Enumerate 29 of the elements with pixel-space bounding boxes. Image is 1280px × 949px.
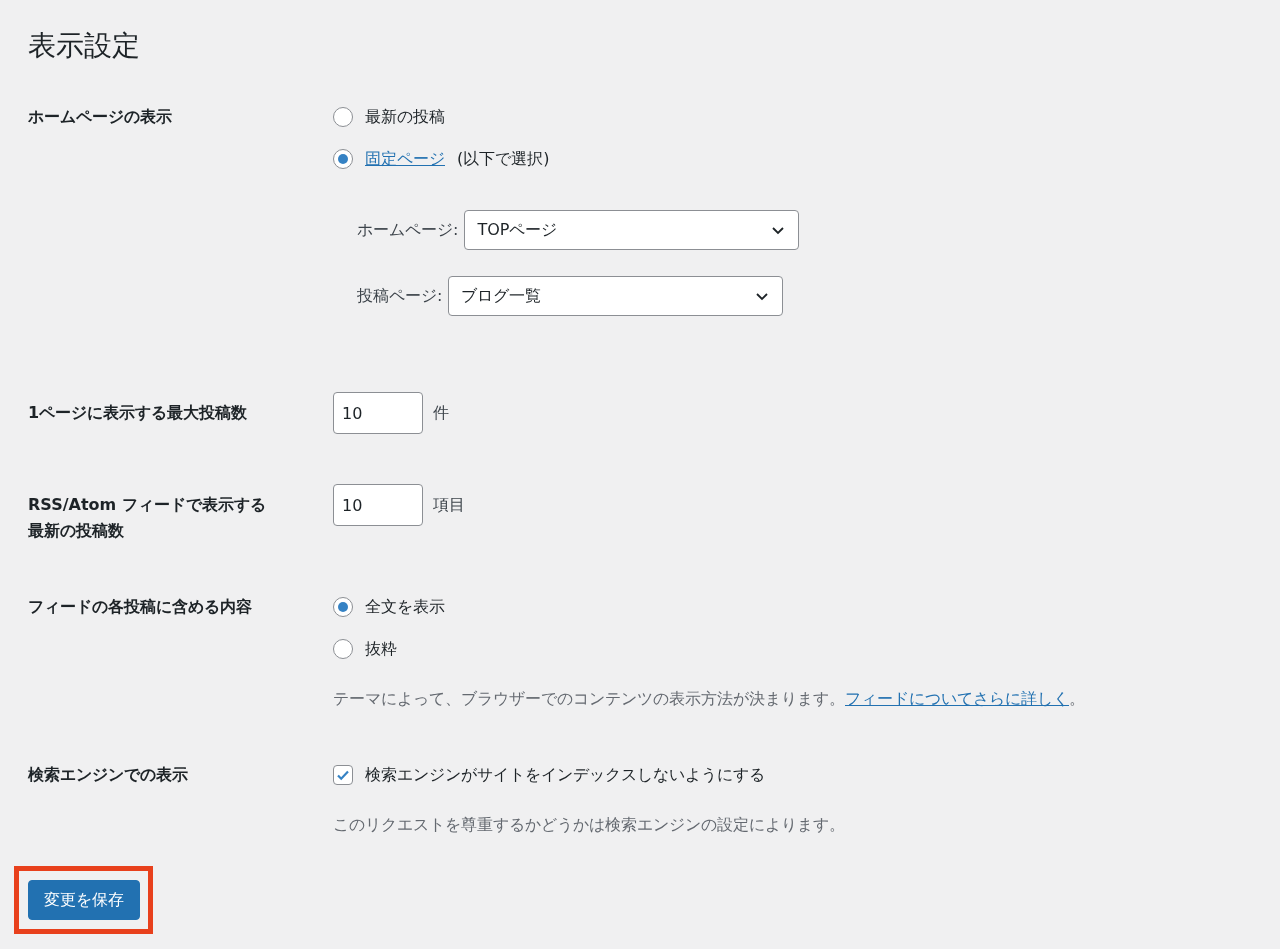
number-field[interactable]: 10 xyxy=(333,484,423,526)
option-label: 抜粋 xyxy=(365,638,397,660)
select-label: 投稿ページ: xyxy=(357,285,443,307)
radio-button[interactable] xyxy=(333,107,353,127)
option-label: (以下で選択) xyxy=(457,148,550,170)
setting-label: RSS/Atom フィードで表示する 最新の投稿数 xyxy=(28,494,267,542)
setting-label: フィードの各投稿に含める内容 xyxy=(28,596,253,618)
unit-label: 項目 xyxy=(433,494,465,516)
description-text: このリクエストを尊重するかどうかは検索エンジンの設定によります。 xyxy=(333,814,845,836)
page-dropdown[interactable]: ブログ一覧 xyxy=(448,276,784,316)
radio-button[interactable] xyxy=(333,597,353,617)
help-link[interactable]: フィードについてさらに詳しく xyxy=(845,689,1069,708)
checkbox[interactable] xyxy=(333,765,353,785)
page-title: 表示設定 xyxy=(28,28,141,64)
radio-button[interactable] xyxy=(333,149,353,169)
setting-label: 検索エンジンでの表示 xyxy=(28,764,189,786)
select-label: ホームページ: xyxy=(357,219,459,241)
unit-label: 件 xyxy=(433,402,449,424)
save-button[interactable]: 変更を保存 xyxy=(28,880,140,920)
option-label: 検索エンジンがサイトをインデックスしないようにする xyxy=(365,764,765,786)
setting-label: ホームページの表示 xyxy=(28,106,173,128)
option-label: 全文を表示 xyxy=(365,596,445,618)
description-text: テーマによって、ブラウザーでのコンテンツの表示方法が決まります。フィードについてさらに詳しく。 xyxy=(333,688,1085,710)
number-field[interactable]: 10 xyxy=(333,392,423,434)
page-dropdown[interactable]: TOPページ xyxy=(464,210,800,250)
option-label: 最新の投稿 xyxy=(365,106,445,128)
radio-button[interactable] xyxy=(333,639,353,659)
option-link[interactable]: 固定ページ xyxy=(365,148,445,170)
setting-label: 1ページに表示する最大投稿数 xyxy=(28,402,249,424)
